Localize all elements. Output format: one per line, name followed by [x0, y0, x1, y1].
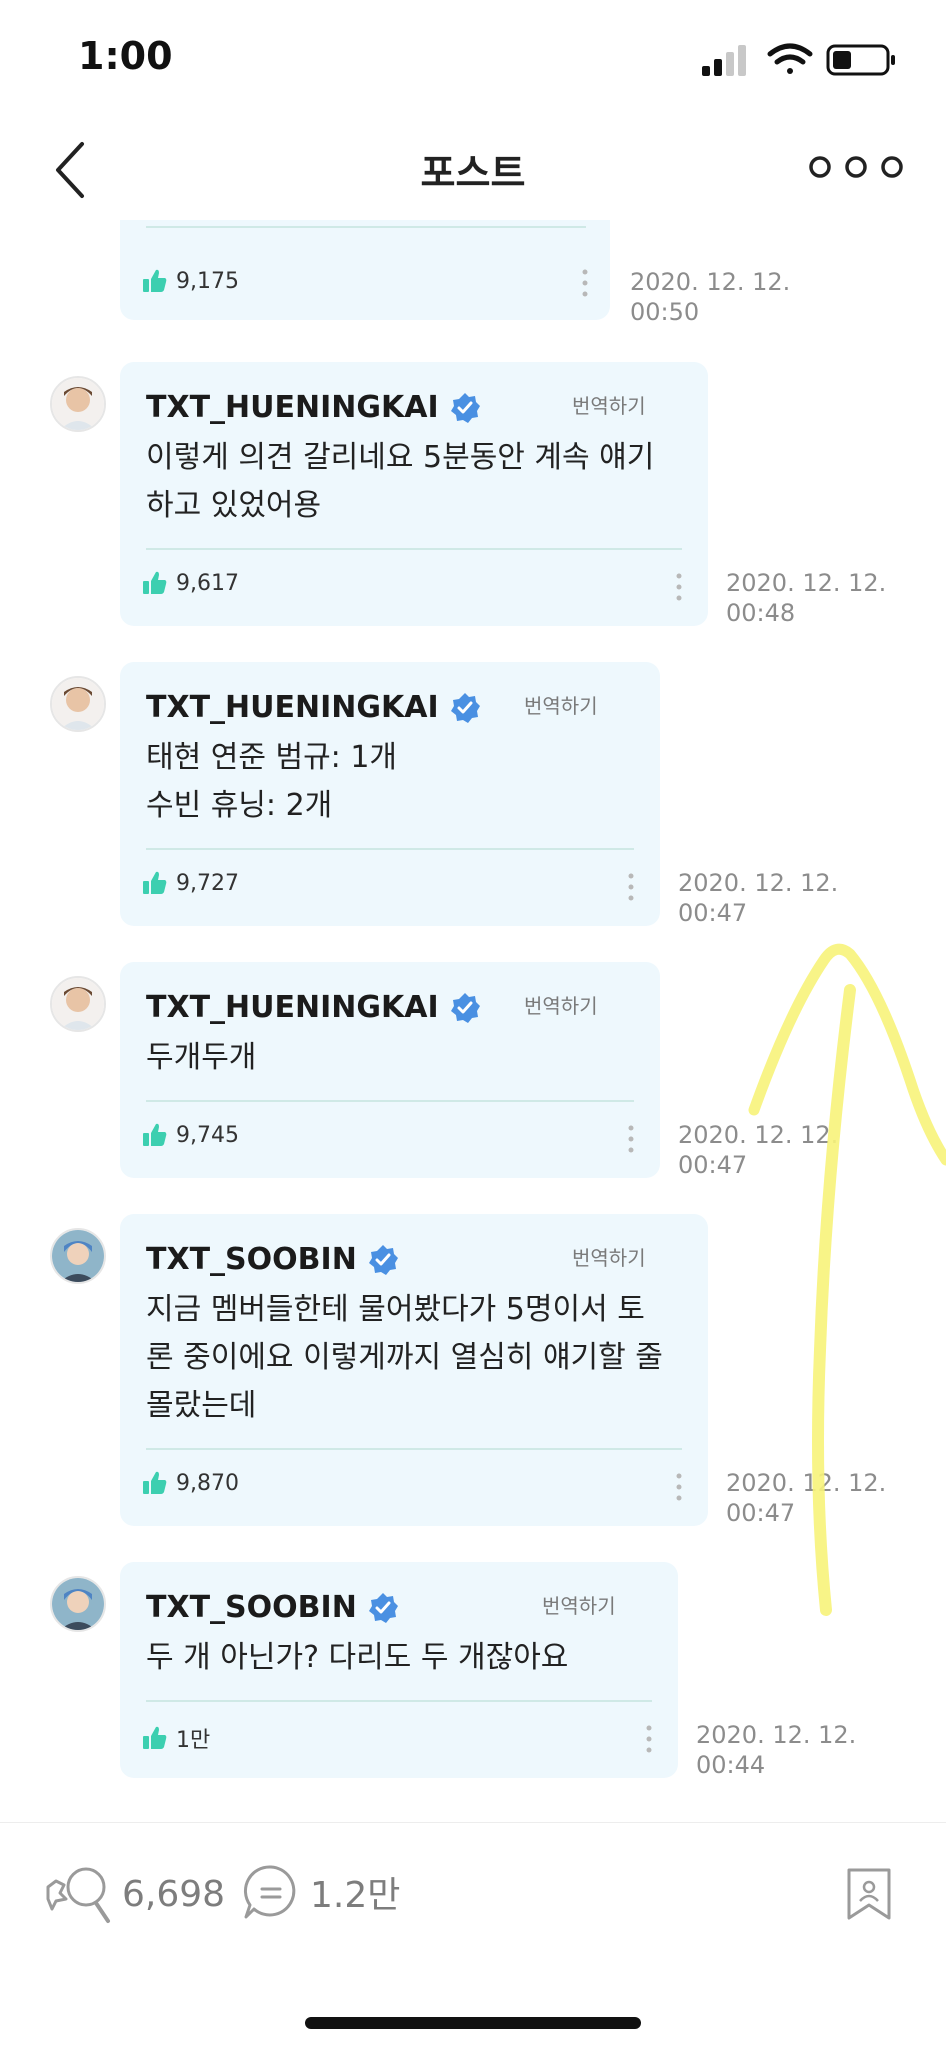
kebab-icon[interactable] [582, 268, 588, 298]
post-bubble[interactable]: TXT_HUENINGKAI 번역하기 태현 연준 범규: 1개 수빈 휴닝: … [120, 662, 660, 926]
author-name: TXT_SOOBIN [146, 1242, 357, 1277]
like-count-value: 9,617 [176, 570, 239, 596]
verified-badge-icon [450, 992, 480, 1023]
post-divider [146, 848, 634, 850]
thumbs-up-icon [143, 1123, 167, 1146]
post-timestamp: 2020. 12. 12. 00:47 [726, 1469, 887, 1527]
verified-badge-icon [368, 1592, 398, 1623]
author-name: TXT_SOOBIN [146, 1590, 357, 1625]
post-divider [146, 548, 682, 550]
thumbs-up-icon [143, 871, 167, 894]
page-title: 포스트 [420, 151, 526, 195]
post-timestamp: 2020. 12. 12. 00:48 [726, 569, 887, 627]
like-stat-count: 6,698 [122, 1873, 226, 1915]
cellular-signal-icon [702, 45, 746, 76]
like-count-value: 1만 [176, 1728, 211, 1753]
comment-icon [243, 1865, 296, 1919]
like-count-value: 9,175 [176, 268, 239, 294]
home-indicator[interactable] [305, 2017, 641, 2029]
thumbs-up-icon [143, 571, 167, 594]
verified-badge-icon [368, 1244, 398, 1275]
kebab-icon[interactable] [676, 572, 682, 602]
translate-button[interactable]: 번역하기 [542, 1590, 616, 1619]
like-count[interactable]: 9,870 [142, 1470, 239, 1496]
avatar[interactable] [50, 1228, 106, 1284]
like-count[interactable]: 9,617 [142, 570, 239, 596]
avatar[interactable] [50, 976, 106, 1032]
avatar[interactable] [50, 1576, 106, 1632]
thumbs-up-icon [143, 269, 167, 292]
status-time: 1:00 [78, 34, 173, 78]
post-timestamp: 2020. 12. 12. 00:47 [678, 869, 839, 927]
battery-icon [826, 44, 895, 76]
like-stat[interactable]: 6,698 [42, 1863, 225, 1925]
post-divider [146, 1100, 634, 1102]
author-name: TXT_HUENINGKAI [146, 390, 439, 425]
post-divider [146, 1700, 652, 1702]
post-divider [146, 1448, 682, 1450]
like-count[interactable]: 9,727 [142, 870, 239, 896]
kebab-icon[interactable] [676, 1472, 682, 1502]
post-bubble[interactable]: 9,175 [120, 220, 610, 320]
kebab-icon[interactable] [628, 872, 634, 902]
post-author[interactable]: TXT_SOOBIN [146, 1242, 399, 1277]
post-author[interactable]: TXT_HUENINGKAI [146, 990, 481, 1025]
status-icons [702, 43, 895, 76]
bottom-action-bar: 6,698 1.2만 [0, 1822, 946, 2049]
avatar[interactable] [50, 376, 106, 432]
like-count[interactable]: 1만 [142, 1722, 210, 1754]
post-text: 지금 멤버들한테 물어봤다가 5명이서 토 론 중이에요 이렇게까지 열심히 얘… [146, 1292, 663, 1423]
post-author[interactable]: TXT_HUENINGKAI [146, 390, 481, 425]
like-count-value: 9,727 [176, 870, 239, 896]
translate-button[interactable]: 번역하기 [524, 990, 598, 1019]
post-timestamp: 2020. 12. 12. 00:47 [678, 1121, 839, 1179]
author-name: TXT_HUENINGKAI [146, 990, 439, 1025]
like-count[interactable]: 9,745 [142, 1122, 239, 1148]
like-icon [46, 1867, 110, 1923]
post-text: 태현 연준 범규: 1개 수빈 휴닝: 2개 [146, 740, 398, 823]
post-text: 두개두개 [146, 1040, 257, 1075]
translate-button[interactable]: 번역하기 [524, 690, 598, 719]
post-bubble[interactable]: TXT_HUENINGKAI 번역하기 두개두개 9,745 [120, 962, 660, 1178]
like-count-value: 9,870 [176, 1470, 239, 1496]
verified-badge-icon [450, 692, 480, 723]
translate-button[interactable]: 번역하기 [572, 1242, 646, 1271]
thumbs-up-icon [143, 1726, 167, 1749]
post-author[interactable]: TXT_HUENINGKAI [146, 690, 481, 725]
like-count[interactable]: 9,175 [142, 268, 239, 294]
avatar[interactable] [50, 676, 106, 732]
bookmark-icon[interactable] [846, 1867, 892, 1921]
post-timestamp: 2020. 12. 12. 00:50 [630, 268, 791, 326]
status-bar: 1:00 [0, 0, 946, 110]
post-author[interactable]: TXT_SOOBIN [146, 1590, 399, 1625]
kebab-icon[interactable] [646, 1724, 652, 1754]
post-divider [146, 226, 586, 228]
post-text: 두 개 아닌가? 다리도 두 개잖아요 [146, 1640, 569, 1675]
thumbs-up-icon [143, 1471, 167, 1494]
post-bubble[interactable]: TXT_SOOBIN 번역하기 두 개 아닌가? 다리도 두 개잖아요 1만 [120, 1562, 678, 1778]
like-count-value: 9,745 [176, 1122, 239, 1148]
post-feed: 9,175 2020. 12. 12. 00:50 TXT_HUENINGKAI… [0, 220, 946, 1820]
author-name: TXT_HUENINGKAI [146, 690, 439, 725]
comment-stat[interactable]: 1.2만 [242, 1863, 400, 1921]
wifi-icon [767, 43, 813, 74]
nav-bar: 포스트 [0, 110, 946, 220]
translate-button[interactable]: 번역하기 [572, 390, 646, 419]
post-text: 이렇게 의견 갈리네요 5분동안 계속 얘기 하고 있었어용 [146, 440, 655, 523]
kebab-icon[interactable] [628, 1124, 634, 1154]
post-bubble[interactable]: TXT_HUENINGKAI 번역하기 이렇게 의견 갈리네요 5분동안 계속 … [120, 362, 708, 626]
verified-badge-icon [450, 392, 480, 423]
comment-stat-count: 1.2만 [310, 1875, 401, 1916]
post-timestamp: 2020. 12. 12. 00:44 [696, 1721, 857, 1779]
more-dots-icon[interactable] [806, 152, 906, 182]
post-bubble[interactable]: TXT_SOOBIN 번역하기 지금 멤버들한테 물어봤다가 5명이서 토 론 … [120, 1214, 708, 1526]
